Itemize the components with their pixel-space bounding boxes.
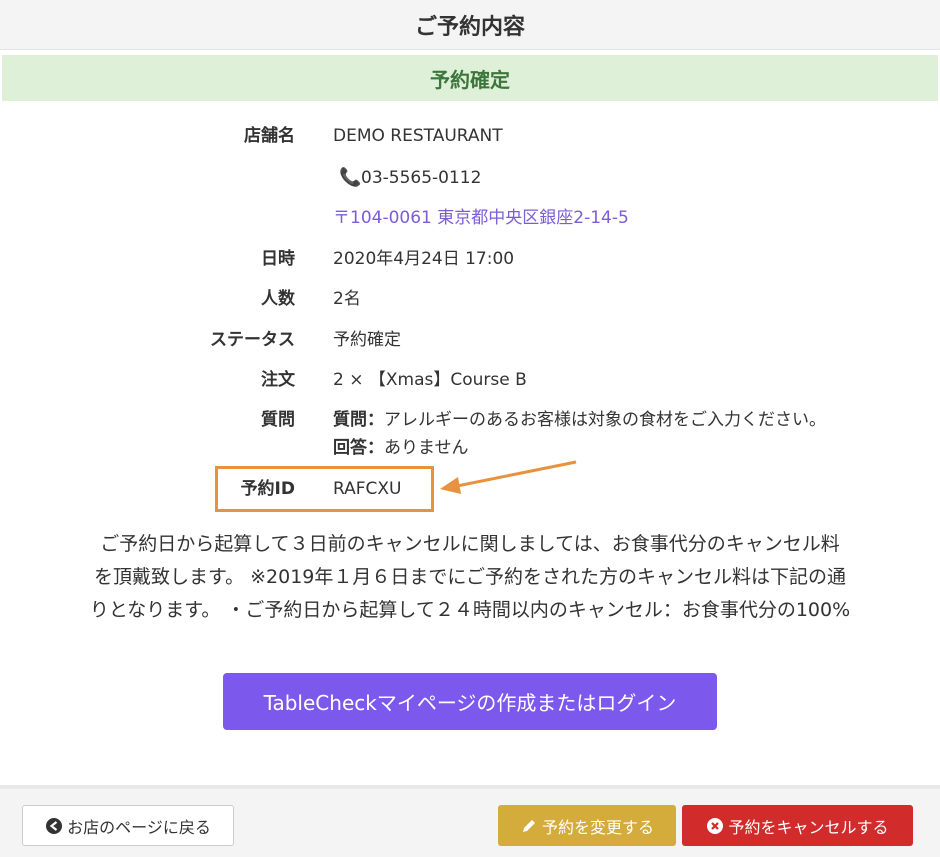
policy-line: りとなります。 ・ご予約日から起算して２４時間以内のキャンセル：お食事代分の10… — [89, 599, 851, 621]
phone-value[interactable]: 📞03-5565-0112 — [333, 163, 481, 193]
status-banner-text: 予約確定 — [430, 67, 510, 92]
phone-number: 03-5565-0112 — [361, 168, 482, 188]
detail-row-store: 店舗名 DEMO RESTAURANT — [0, 121, 940, 151]
status-banner: 予約確定 — [2, 55, 938, 101]
page-header: ご予約内容 — [0, 0, 940, 50]
change-reservation-button[interactable]: 予約を変更する — [498, 805, 676, 846]
phone-icon: 📞 — [339, 167, 362, 188]
question-line: 質問：アレルギーのあるお客様は対象の食材をご入力ください。 — [333, 405, 826, 435]
status-label: ステータス — [210, 330, 295, 350]
pencil-icon — [520, 817, 538, 835]
datetime-value: 2020年4月24日 17:00 — [333, 249, 515, 269]
back-to-store-button[interactable]: お店のページに戻る — [22, 805, 234, 846]
question-label: 質問 — [261, 410, 295, 430]
footer-bar: お店のページに戻る 予約を変更する 予約をキャンセルする — [0, 785, 940, 857]
people-label: 人数 — [261, 289, 295, 309]
cancellation-policy: ご予約日から起算して３日前のキャンセルに関しましては、お食事代分のキャンセル料 … — [20, 528, 920, 627]
detail-row-people: 人数 2名 — [0, 284, 940, 314]
people-value: 2名 — [333, 289, 361, 309]
arrow-left-circle-icon — [45, 817, 63, 835]
page-title: ご予約内容 — [414, 14, 525, 40]
x-circle-icon — [706, 817, 724, 835]
policy-line: を頂戴致します。 ※2019年１月６日までにご予約をされた方のキャンセル料は下記… — [93, 566, 847, 588]
detail-row-order: 注文 2 × 【Xmas】Course B — [0, 365, 940, 395]
status-value: 予約確定 — [333, 330, 401, 350]
detail-row-question: 質問 質問：アレルギーのあるお客様は対象の食材をご入力ください。 — [0, 405, 940, 435]
store-label: 店舗名 — [244, 126, 295, 146]
address-link[interactable]: 〒104-0061 東京都中央区銀座2-14-5 — [333, 203, 629, 233]
order-value: 2 × 【Xmas】Course B — [333, 370, 527, 390]
change-reservation-label: 予約を変更する — [541, 817, 654, 837]
annotation-arrow-icon — [440, 460, 577, 494]
detail-row-status: ステータス 予約確定 — [0, 325, 940, 355]
policy-line: ご予約日から起算して３日前のキャンセルに関しましては、お食事代分のキャンセル料 — [100, 533, 840, 555]
order-label: 注文 — [261, 370, 295, 390]
detail-row-address: 〒104-0061 東京都中央区銀座2-14-5 — [0, 203, 940, 233]
detail-row-phone: 📞03-5565-0112 — [0, 163, 940, 193]
cancel-reservation-label: 予約をキャンセルする — [728, 817, 889, 837]
datetime-label: 日時 — [261, 249, 295, 269]
back-to-store-label: お店のページに戻る — [67, 817, 211, 837]
question-text: アレルギーのあるお客様は対象の食材をご入力ください。 — [384, 410, 826, 430]
cancel-reservation-button[interactable]: 予約をキャンセルする — [682, 805, 913, 846]
question-key: 質問： — [333, 410, 384, 430]
tablecheck-login-button[interactable]: TableCheckマイページの作成またはログイン — [223, 673, 717, 730]
answer-text: ありません — [384, 438, 469, 458]
reservation-id-highlight — [215, 466, 434, 512]
detail-row-datetime: 日時 2020年4月24日 17:00 — [0, 244, 940, 274]
store-name: DEMO RESTAURANT — [333, 126, 503, 146]
answer-key: 回答： — [333, 438, 384, 458]
